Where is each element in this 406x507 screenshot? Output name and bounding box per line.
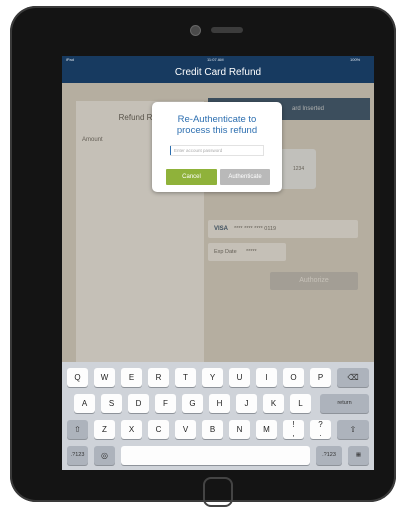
ipad-device: iPad 11:07 AM 100% Credit Card Refund Re…	[10, 6, 396, 507]
key-g[interactable]: G	[182, 394, 203, 413]
return-key[interactable]: return	[320, 394, 369, 413]
hide-keyboard-key[interactable]: ▦	[348, 446, 369, 465]
shift-icon: ⇧	[74, 425, 81, 434]
globe-key[interactable]: ◎	[94, 446, 115, 465]
reauth-dialog: Re-Authenticate to process this refund E…	[152, 102, 282, 192]
page-title: Credit Card Refund	[174, 67, 262, 78]
key-c[interactable]: C	[148, 420, 169, 439]
key-r[interactable]: R	[148, 368, 169, 387]
shift-key-left[interactable]: ⇧	[67, 420, 88, 439]
key-question-period[interactable]: ? .	[310, 420, 331, 439]
nav-bar: Credit Card Refund	[62, 63, 374, 83]
space-bar[interactable]	[121, 446, 310, 465]
dialog-title-line1: Re-Authenticate to	[177, 114, 257, 125]
key-v[interactable]: V	[175, 420, 196, 439]
camera	[190, 25, 201, 36]
onscreen-keyboard: Q W E R T Y U I O P ⌫ A S D F G H J K L …	[62, 362, 374, 470]
speaker-grille	[211, 27, 243, 33]
home-button[interactable]	[203, 477, 233, 507]
key-x[interactable]: X	[121, 420, 142, 439]
text-caret	[170, 146, 171, 155]
key-question-label: ?	[318, 420, 323, 429]
key-p[interactable]: P	[310, 368, 331, 387]
numbers-key-left[interactable]: .?123	[67, 446, 88, 465]
screen: iPad 11:07 AM 100% Credit Card Refund Re…	[62, 56, 374, 470]
key-exclaim-label: !	[292, 420, 295, 429]
key-y[interactable]: Y	[202, 368, 223, 387]
key-z[interactable]: Z	[94, 420, 115, 439]
key-h[interactable]: H	[209, 394, 230, 413]
key-t[interactable]: T	[175, 368, 196, 387]
key-i[interactable]: I	[256, 368, 277, 387]
key-l[interactable]: L	[290, 394, 311, 413]
clock: 11:07 AM	[207, 57, 224, 62]
dialog-title-line2: process this refund	[176, 125, 258, 136]
backspace-key[interactable]: ⌫	[337, 368, 369, 387]
key-comma-label: ,	[292, 429, 295, 438]
backspace-icon: ⌫	[347, 373, 359, 382]
dialog-title: Re-Authenticate to process this refund	[152, 114, 282, 136]
authenticate-button[interactable]: Authenticate	[220, 169, 270, 185]
shift-key-right[interactable]: ⇧	[337, 420, 369, 439]
cancel-button[interactable]: Cancel	[166, 169, 217, 185]
key-u[interactable]: U	[229, 368, 250, 387]
battery-label: 100%	[350, 57, 361, 62]
key-b[interactable]: B	[202, 420, 223, 439]
keyboard-dismiss-icon: ▦	[355, 452, 362, 458]
key-j[interactable]: J	[236, 394, 257, 413]
key-q[interactable]: Q	[67, 368, 88, 387]
password-field[interactable]: Enter account password	[170, 145, 264, 156]
key-a[interactable]: A	[74, 394, 95, 413]
key-n[interactable]: N	[229, 420, 250, 439]
key-exclaim-comma[interactable]: ! ,	[283, 420, 304, 439]
key-k[interactable]: K	[263, 394, 284, 413]
key-e[interactable]: E	[121, 368, 142, 387]
key-w[interactable]: W	[94, 368, 115, 387]
key-m[interactable]: M	[256, 420, 277, 439]
shift-icon: ⇧	[349, 425, 357, 434]
carrier-label: iPad	[66, 57, 75, 62]
key-f[interactable]: F	[155, 394, 176, 413]
numbers-key-right[interactable]: .?123	[316, 446, 342, 465]
status-bar: iPad 11:07 AM 100%	[62, 56, 374, 63]
key-d[interactable]: D	[128, 394, 149, 413]
key-period-label: .	[319, 429, 322, 438]
key-o[interactable]: O	[283, 368, 304, 387]
globe-icon: ◎	[101, 451, 108, 460]
key-s[interactable]: S	[101, 394, 122, 413]
